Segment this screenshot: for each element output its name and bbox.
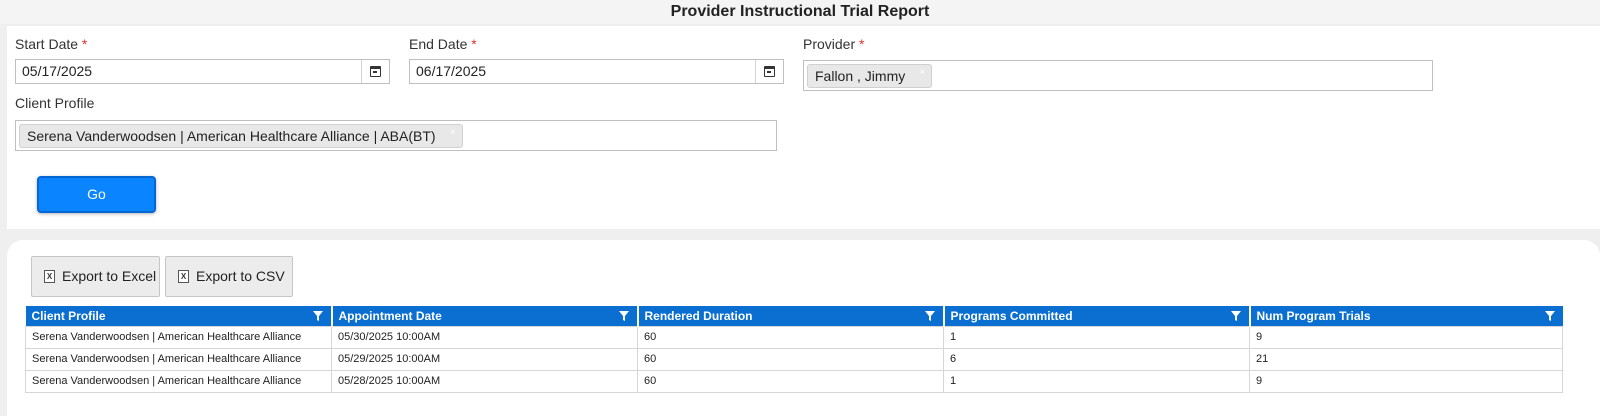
- end-date-label-text: End Date: [409, 36, 468, 52]
- calendar-icon: [764, 66, 775, 77]
- start-date-label-text: Start Date: [15, 36, 79, 52]
- column-header-label: Rendered Duration: [644, 308, 753, 323]
- table-row[interactable]: Serena Vanderwoodsen | American Healthca…: [25, 369, 1563, 393]
- required-mark: *: [859, 36, 865, 52]
- end-date-calendar-button[interactable]: [755, 60, 783, 83]
- export-excel-label: Export to Excel: [62, 268, 157, 284]
- column-header-label: Programs Committed: [950, 308, 1073, 323]
- grid-header-row: Client Profile Appointment Date Rendered…: [25, 306, 1563, 326]
- required-mark: *: [471, 36, 477, 52]
- provider-multiselect[interactable]: Fallon , Jimmy ×: [803, 60, 1433, 91]
- column-header-client-profile[interactable]: Client Profile: [25, 306, 333, 326]
- cell-num-program-trials: 21: [1249, 347, 1563, 371]
- cell-programs-committed: 1: [943, 369, 1250, 393]
- export-excel-button[interactable]: X Export to Excel: [31, 256, 160, 297]
- filter-icon[interactable]: [1230, 311, 1241, 321]
- page-title: Provider Instructional Trial Report: [0, 0, 1600, 24]
- export-csv-button[interactable]: X Export to CSV: [165, 256, 293, 297]
- cell-programs-committed: 1: [943, 325, 1250, 349]
- start-date-label: Start Date *: [15, 35, 87, 53]
- cell-num-program-trials: 9: [1249, 325, 1563, 349]
- column-header-label: Num Program Trials: [1256, 308, 1371, 323]
- start-date-calendar-button[interactable]: [361, 60, 389, 83]
- column-header-label: Appointment Date: [338, 308, 442, 323]
- cell-appointment-date: 05/28/2025 10:00AM: [331, 369, 638, 393]
- column-header-rendered-duration[interactable]: Rendered Duration: [637, 306, 945, 326]
- go-button[interactable]: Go: [37, 176, 156, 213]
- filter-icon[interactable]: [618, 311, 629, 321]
- client-profile-tag-label: Serena Vanderwoodsen | American Healthca…: [27, 128, 436, 144]
- report-grid: Client Profile Appointment Date Rendered…: [25, 306, 1563, 393]
- results-panel: X Export to Excel X Export to CSV Client…: [7, 240, 1600, 416]
- end-date-input[interactable]: 06/17/2025: [409, 59, 784, 84]
- column-header-programs-committed[interactable]: Programs Committed: [943, 306, 1251, 326]
- csv-file-icon: X: [178, 270, 189, 283]
- cell-client-profile: Serena Vanderwoodsen | American Healthca…: [25, 369, 332, 393]
- cell-rendered-duration: 60: [637, 369, 944, 393]
- end-date-value: 06/17/2025: [416, 63, 487, 79]
- start-date-input[interactable]: 05/17/2025: [15, 59, 390, 84]
- provider-tag-label: Fallon , Jimmy: [815, 68, 906, 84]
- export-csv-label: Export to CSV: [196, 268, 285, 284]
- column-header-appointment-date[interactable]: Appointment Date: [331, 306, 639, 326]
- cell-appointment-date: 05/29/2025 10:00AM: [331, 347, 638, 371]
- required-mark: *: [81, 36, 88, 52]
- start-date-value: 05/17/2025: [22, 63, 93, 79]
- remove-tag-icon[interactable]: ×: [450, 125, 456, 141]
- column-header-label: Client Profile: [31, 308, 106, 323]
- end-date-label: End Date *: [409, 35, 477, 53]
- cell-client-profile: Serena Vanderwoodsen | American Healthca…: [25, 325, 332, 349]
- column-header-num-program-trials[interactable]: Num Program Trials: [1249, 306, 1563, 326]
- filter-icon[interactable]: [312, 311, 323, 321]
- excel-file-icon: X: [44, 270, 55, 283]
- table-row[interactable]: Serena Vanderwoodsen | American Healthca…: [25, 325, 1563, 349]
- client-profile-multiselect[interactable]: Serena Vanderwoodsen | American Healthca…: [15, 120, 777, 151]
- cell-rendered-duration: 60: [637, 325, 944, 349]
- calendar-icon: [370, 66, 381, 77]
- provider-label: Provider *: [803, 35, 864, 53]
- cell-num-program-trials: 9: [1249, 369, 1563, 393]
- filter-panel: Start Date * 05/17/2025 End Date * 06/17…: [7, 26, 1600, 229]
- cell-programs-committed: 6: [943, 347, 1250, 371]
- remove-tag-icon[interactable]: ×: [919, 65, 925, 81]
- filter-icon[interactable]: [1544, 311, 1555, 321]
- cell-appointment-date: 05/30/2025 10:00AM: [331, 325, 638, 349]
- provider-label-text: Provider: [803, 36, 856, 52]
- cell-rendered-duration: 60: [637, 347, 944, 371]
- filter-icon[interactable]: [924, 311, 935, 321]
- client-profile-label: Client Profile: [15, 95, 95, 111]
- client-profile-tag[interactable]: Serena Vanderwoodsen | American Healthca…: [19, 124, 463, 148]
- cell-client-profile: Serena Vanderwoodsen | American Healthca…: [25, 347, 332, 371]
- table-row[interactable]: Serena Vanderwoodsen | American Healthca…: [25, 347, 1563, 371]
- provider-tag[interactable]: Fallon , Jimmy ×: [807, 64, 933, 88]
